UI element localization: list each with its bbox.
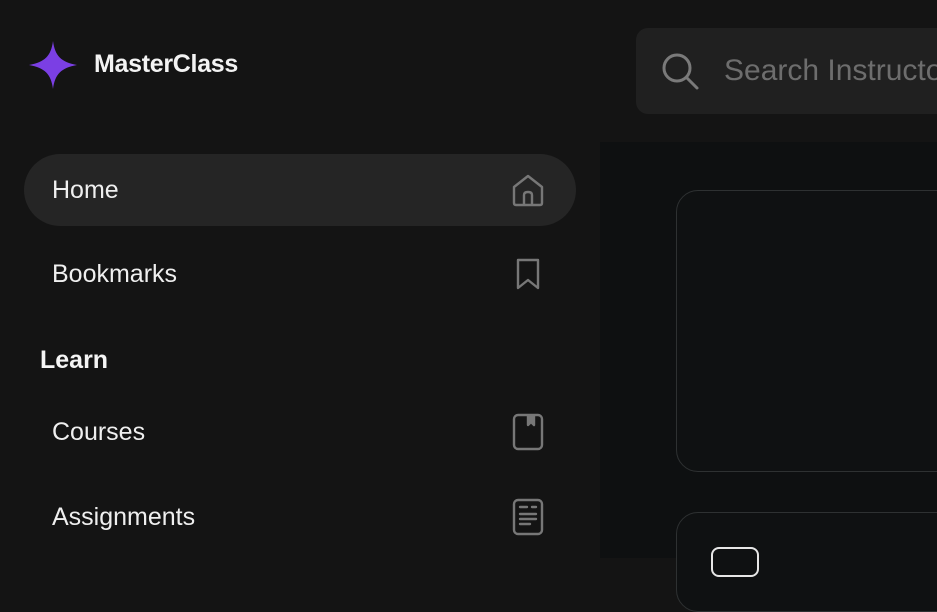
- bookmark-icon: [510, 256, 546, 292]
- card-chip-icon: [711, 547, 759, 577]
- sidebar-item-label: Assignments: [52, 502, 196, 531]
- search-icon[interactable]: [660, 51, 700, 91]
- sidebar-item-home[interactable]: Home: [24, 154, 576, 226]
- search-input[interactable]: [724, 48, 937, 94]
- sidebar-item-label: Courses: [52, 417, 146, 446]
- sidebar-item-label: Home: [52, 175, 119, 204]
- sidebar: MasterClass Home Bookmarks Learn Courses: [0, 0, 600, 558]
- document-icon: [510, 498, 546, 536]
- book-icon: [510, 413, 546, 451]
- logo-star-icon: [29, 41, 77, 89]
- sidebar-item-assignments[interactable]: Assignments: [24, 481, 576, 553]
- section-title-learn: Learn: [40, 346, 109, 374]
- sidebar-item-bookmarks[interactable]: Bookmarks: [24, 238, 576, 310]
- search-bar[interactable]: [636, 28, 937, 114]
- sidebar-item-label: Bookmarks: [52, 259, 178, 288]
- content-card[interactable]: [676, 190, 937, 472]
- sidebar-item-courses[interactable]: Courses: [24, 396, 576, 468]
- content-card[interactable]: [676, 512, 937, 612]
- brand-name: MasterClass: [94, 50, 239, 78]
- home-icon: [510, 172, 546, 208]
- brand-logo[interactable]: MasterClass: [28, 40, 238, 90]
